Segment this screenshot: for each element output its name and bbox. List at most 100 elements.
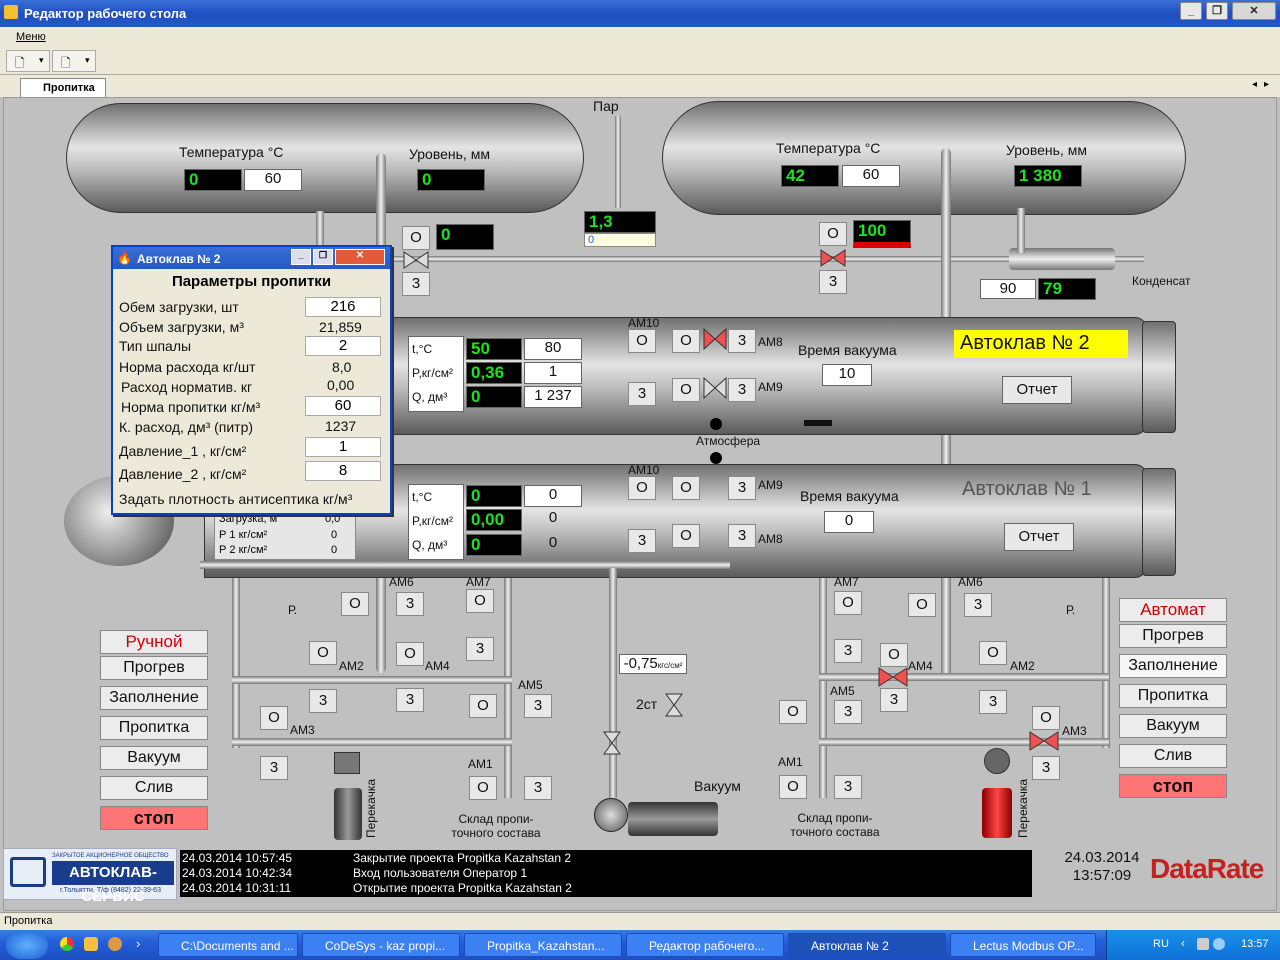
am4-right-close-button[interactable]: 3 bbox=[880, 688, 908, 712]
auto-impregnation-button[interactable]: Пропитка bbox=[1119, 684, 1227, 708]
am5-open-button[interactable]: О bbox=[469, 694, 497, 718]
manual-drain-button[interactable]: Слив bbox=[100, 776, 208, 800]
am2-open-button[interactable]: О bbox=[309, 641, 337, 665]
taskbar-item[interactable]: Lectus Modbus OP... bbox=[950, 933, 1096, 957]
am9-open-button[interactable]: О bbox=[672, 476, 700, 500]
manual-filling-button[interactable]: Заполнение bbox=[100, 686, 208, 710]
dialog-load-count-input[interactable]: 216 bbox=[305, 297, 381, 317]
condensate-setpoint[interactable]: 90 bbox=[980, 279, 1036, 299]
taskbar-item[interactable]: C:\Documents and ... bbox=[158, 933, 298, 957]
am1-right-close-button[interactable]: 3 bbox=[834, 775, 862, 799]
taskbar-item[interactable]: Propitka_Kazahstan... bbox=[464, 933, 622, 957]
am5-close-button[interactable]: 3 bbox=[524, 694, 552, 718]
am6-right-close-button[interactable]: 3 bbox=[964, 593, 992, 617]
am3-right-close-button[interactable]: 3 bbox=[1032, 756, 1060, 780]
am2-right-close-button[interactable]: 3 bbox=[979, 690, 1007, 714]
am10-open-button[interactable]: О bbox=[628, 476, 656, 500]
am10-open-button[interactable]: О bbox=[628, 329, 656, 353]
open-document-button[interactable]: 🗋 ▾ bbox=[52, 50, 96, 72]
valve-left-top-close-button[interactable]: 3 bbox=[402, 272, 430, 296]
vacuum-valve-icon[interactable] bbox=[664, 692, 684, 718]
tank-right-temp-setpoint[interactable]: 60 bbox=[842, 165, 900, 187]
dialog-sleeper-type-input[interactable]: 2 bbox=[305, 336, 381, 356]
auto-vacuum-button[interactable]: Вакуум bbox=[1119, 714, 1227, 738]
autoclave-2-report-button[interactable]: Отчет bbox=[1002, 376, 1072, 404]
network-icon[interactable] bbox=[1197, 938, 1209, 950]
dialog-pressure-1-input[interactable]: 1 bbox=[305, 437, 381, 457]
am3-close-button[interactable]: 3 bbox=[260, 756, 288, 780]
valve-right-top-icon[interactable] bbox=[819, 248, 847, 268]
taskbar-item-active[interactable]: Автоклав № 2 bbox=[788, 933, 946, 957]
dialog-title-bar[interactable]: 🔥 Автоклав № 2 _ ❐ ✕ bbox=[113, 247, 390, 269]
am10-close-button[interactable]: 3 bbox=[628, 529, 656, 553]
taskbar-item[interactable]: Редактор рабочего... bbox=[626, 933, 784, 957]
am1-open-button[interactable]: О bbox=[469, 776, 497, 800]
am9-close-button[interactable]: 3 bbox=[728, 378, 756, 402]
am1-close-button[interactable]: 3 bbox=[524, 776, 552, 800]
start-button[interactable] bbox=[6, 931, 48, 959]
am6-right-open-button[interactable]: О bbox=[908, 593, 936, 617]
am7-close-button[interactable]: 3 bbox=[466, 637, 494, 661]
am4-right-valve-icon[interactable] bbox=[877, 666, 909, 688]
am8-close-button[interactable]: 3 bbox=[728, 524, 756, 548]
am9-valve-icon[interactable] bbox=[702, 376, 728, 400]
am9-open-button[interactable]: О bbox=[672, 378, 700, 402]
am8-valve-icon[interactable] bbox=[702, 327, 728, 351]
am7-open-button[interactable]: О bbox=[466, 589, 494, 613]
am7-right-open-button[interactable]: О bbox=[834, 591, 862, 615]
manual-vacuum-button[interactable]: Вакуум bbox=[100, 746, 208, 770]
volume-icon[interactable] bbox=[1213, 938, 1225, 950]
close-button[interactable]: ✕ bbox=[1232, 2, 1276, 20]
manual-impregnation-button[interactable]: Пропитка bbox=[100, 716, 208, 740]
autoclave-2-param-setpoint[interactable]: 1 237 bbox=[524, 386, 582, 408]
auto-heating-button[interactable]: Прогрев bbox=[1119, 624, 1227, 648]
dialog-minimize-button[interactable]: _ bbox=[291, 249, 311, 265]
am4-open-button[interactable]: О bbox=[396, 642, 424, 666]
valve-left-top-open-button[interactable]: О bbox=[402, 226, 430, 250]
tab-nav-right-icon[interactable]: ▸ bbox=[1264, 79, 1269, 90]
dialog-close-button[interactable]: ✕ bbox=[335, 249, 385, 265]
auto-drain-button[interactable]: Слив bbox=[1119, 744, 1227, 768]
quicklaunch-icon[interactable] bbox=[84, 937, 98, 951]
tab-nav-left-icon[interactable]: ◂ bbox=[1252, 79, 1257, 90]
am8-close-button[interactable]: 3 bbox=[728, 329, 756, 353]
menu-item[interactable]: Меню bbox=[16, 31, 46, 43]
am5-right-open-button[interactable]: О bbox=[779, 700, 807, 724]
minimize-button[interactable]: _ bbox=[1180, 2, 1202, 20]
manual-heating-button[interactable]: Прогрев bbox=[100, 656, 208, 680]
am7-right-close-button[interactable]: 3 bbox=[834, 639, 862, 663]
autoclave-2-param-setpoint[interactable]: 80 bbox=[524, 338, 582, 360]
dialog-impregnation-norm-input[interactable]: 60 bbox=[305, 396, 381, 416]
valve-right-top-close-button[interactable]: 3 bbox=[819, 270, 847, 294]
autoclave-2-param-setpoint[interactable]: 1 bbox=[524, 362, 582, 384]
am9-close-button[interactable]: 3 bbox=[728, 476, 756, 500]
tank-left-temp-setpoint[interactable]: 60 bbox=[244, 169, 302, 191]
autoclave-2-vacuum-time[interactable]: 10 bbox=[822, 364, 872, 386]
vacuum-line-valve-icon[interactable] bbox=[602, 730, 622, 756]
new-document-button[interactable]: 🗋 ▾ bbox=[6, 50, 50, 72]
maximize-button[interactable]: ❐ bbox=[1206, 2, 1228, 20]
am3-right-open-button[interactable]: О bbox=[1032, 706, 1060, 730]
dialog-maximize-button[interactable]: ❐ bbox=[313, 249, 333, 265]
auto-stop-button[interactable]: стоп bbox=[1119, 774, 1227, 798]
autoclave-1-param-setpoint[interactable]: 0 bbox=[524, 485, 582, 507]
dialog-pressure-2-input[interactable]: 8 bbox=[305, 461, 381, 481]
valve-right-top-open-button[interactable]: О bbox=[819, 222, 847, 246]
tray-expand-icon[interactable]: ‹ bbox=[1181, 936, 1185, 950]
am10-close-button[interactable]: 3 bbox=[628, 382, 656, 406]
chrome-icon[interactable] bbox=[60, 937, 74, 951]
taskbar-item[interactable]: CoDeSys - kaz propi... bbox=[302, 933, 460, 957]
am8-open-button[interactable]: О bbox=[672, 329, 700, 353]
am6-open-button[interactable]: О bbox=[341, 592, 369, 616]
tab-propitka[interactable]: Пропитка bbox=[20, 78, 106, 97]
am3-open-button[interactable]: О bbox=[260, 706, 288, 730]
quicklaunch-icon[interactable] bbox=[108, 937, 122, 951]
am4-close-button[interactable]: 3 bbox=[396, 688, 424, 712]
am2-close-button[interactable]: 3 bbox=[309, 689, 337, 713]
dialog-footer-link[interactable]: Задать плотность антисептика кг/м³ bbox=[119, 491, 352, 507]
am3-right-valve-icon[interactable] bbox=[1028, 730, 1060, 752]
am6-close-button[interactable]: 3 bbox=[396, 592, 424, 616]
valve-left-top-icon[interactable] bbox=[402, 250, 430, 270]
autoclave-1-vacuum-time[interactable]: 0 bbox=[824, 511, 874, 533]
am5-right-close-button[interactable]: 3 bbox=[834, 700, 862, 724]
